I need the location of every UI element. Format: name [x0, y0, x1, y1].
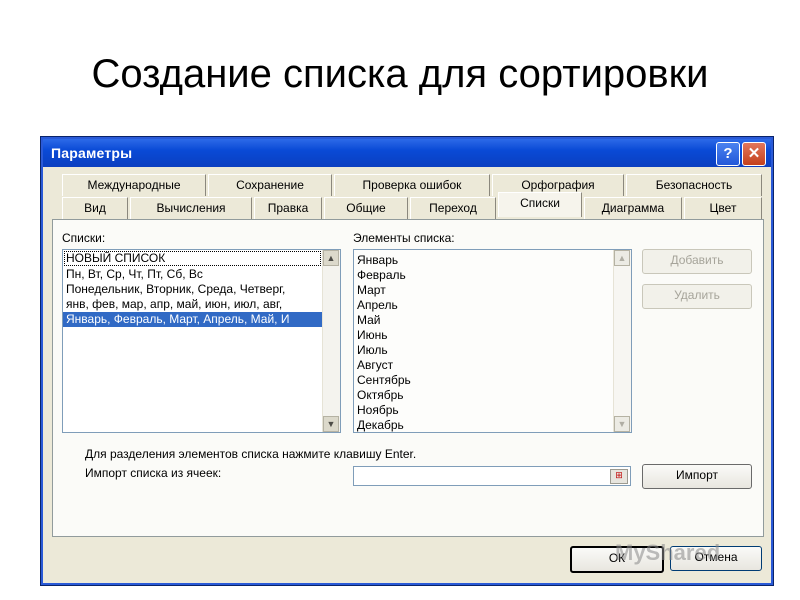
entry-item: Декабрь: [357, 418, 404, 432]
tab-edit[interactable]: Правка: [254, 197, 322, 219]
tab-save[interactable]: Сохранение: [208, 174, 332, 196]
lists-label: Списки:: [62, 231, 106, 245]
tab-error-checking[interactable]: Проверка ошибок: [334, 174, 490, 196]
import-button[interactable]: Импорт: [642, 464, 752, 489]
tab-security[interactable]: Безопасность: [626, 174, 762, 196]
enter-hint-text: Для разделения элементов списка нажмите …: [85, 447, 417, 461]
entry-item: Август: [357, 358, 394, 372]
entry-item: Ноябрь: [357, 403, 399, 417]
list-item[interactable]: Пн, Вт, Ср, Чт, Пт, Сб, Вс: [63, 267, 322, 282]
entry-item: Июнь: [357, 328, 388, 342]
entry-item: Сентябрь: [357, 373, 411, 387]
dialog-titlebar[interactable]: Параметры ? ✕: [43, 139, 771, 167]
close-button[interactable]: ✕: [742, 142, 766, 166]
scroll-up-icon[interactable]: ▲: [323, 250, 339, 266]
list-item[interactable]: Понедельник, Вторник, Среда, Четверг,: [63, 282, 322, 297]
scroll-down-icon[interactable]: ▼: [614, 416, 630, 432]
tab-calculation[interactable]: Вычисления: [130, 197, 252, 219]
list-item[interactable]: НОВЫЙ СПИСОК: [64, 251, 321, 266]
help-button[interactable]: ?: [716, 142, 740, 166]
entry-item: Июль: [357, 343, 388, 357]
dialog-title: Параметры: [51, 145, 133, 161]
scroll-up-icon[interactable]: ▲: [614, 250, 630, 266]
list-entries-listbox[interactable]: Январь Февраль Март Апрель Май Июнь Июль…: [353, 249, 632, 433]
entry-item: Апрель: [357, 298, 398, 312]
slide-title: Создание списка для сортировки: [91, 52, 709, 96]
range-picker-icon[interactable]: ⊞: [610, 469, 628, 484]
add-button[interactable]: Добавить: [642, 249, 752, 274]
entry-item: Май: [357, 313, 381, 327]
tab-chart[interactable]: Диаграмма: [584, 197, 682, 219]
entry-item: Январь: [357, 253, 399, 267]
list-item[interactable]: янв, фев, мар, апр, май, июн, июл, авг,: [63, 297, 322, 312]
scroll-down-icon[interactable]: ▼: [323, 416, 339, 432]
entry-item: Март: [357, 283, 386, 297]
import-range-field[interactable]: ⊞: [353, 466, 631, 486]
entry-item: Февраль: [357, 268, 406, 282]
tab-transition[interactable]: Переход: [410, 197, 496, 219]
lists-scrollbar[interactable]: ▲ ▼: [322, 250, 340, 432]
tab-color[interactable]: Цвет: [684, 197, 762, 219]
watermark-logo: MyShared: [615, 540, 721, 565]
import-label: Импорт списка из ячеек:: [85, 466, 222, 480]
entry-item: Октябрь: [357, 388, 404, 402]
list-item-selected[interactable]: Январь, Февраль, Март, Апрель, Май, И: [63, 312, 322, 327]
tab-view[interactable]: Вид: [62, 197, 128, 219]
tab-general[interactable]: Общие: [324, 197, 408, 219]
entries-label: Элементы списка:: [353, 231, 455, 245]
tab-international[interactable]: Международные: [62, 174, 206, 196]
entries-scrollbar[interactable]: ▲ ▼: [613, 250, 631, 432]
tab-lists[interactable]: Списки: [498, 192, 582, 217]
delete-button[interactable]: Удалить: [642, 284, 752, 309]
custom-lists-listbox[interactable]: НОВЫЙ СПИСОК Пн, Вт, Ср, Чт, Пт, Сб, Вс …: [62, 249, 341, 433]
